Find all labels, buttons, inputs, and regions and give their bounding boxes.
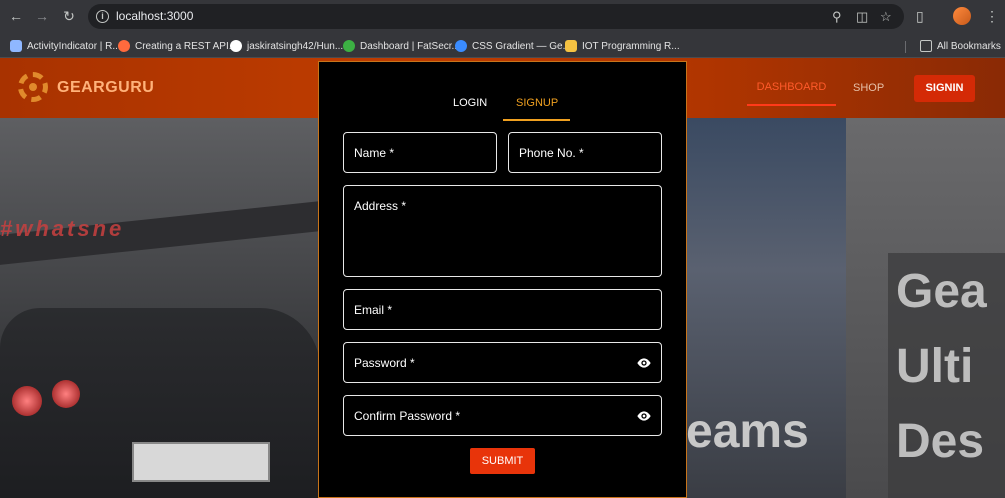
bookmarks-bar: ActivityIndicator | R... Creating a REST… [0, 33, 1005, 58]
site-info-icon[interactable]: i [96, 10, 109, 23]
address-bar[interactable]: i localhost:3000 ⚲ ◫ ☆ [88, 4, 904, 29]
github-icon [230, 40, 242, 52]
forward-icon[interactable]: → [34, 8, 50, 24]
back-icon[interactable]: ← [8, 8, 24, 24]
bookmark-favicon-icon [455, 40, 467, 52]
bookmark-star-icon[interactable]: ☆ [880, 9, 892, 25]
auth-modal: LOGIN SIGNUP Name * Phone No. * Address … [318, 61, 687, 498]
tab-login[interactable]: LOGIN [453, 96, 487, 110]
bookmark-label: jaskiratsingh42/Hun... [247, 40, 344, 52]
hero-slide-text: eams [686, 405, 809, 458]
active-tab-indicator [503, 119, 570, 121]
name-field[interactable]: Name * [343, 132, 497, 173]
all-bookmarks-folder[interactable]: All Bookmarks [920, 38, 1001, 54]
reload-icon[interactable]: ↻ [61, 8, 77, 24]
bookmark-item[interactable]: Creating a REST API... [118, 38, 237, 54]
submit-button[interactable]: SUBMIT [470, 448, 535, 474]
extensions-icon[interactable]: ▯ [916, 8, 924, 25]
nav-shop-link[interactable]: SHOP [853, 82, 884, 94]
tab-signup[interactable]: SIGNUP [516, 96, 558, 110]
bookmark-label: Creating a REST API... [135, 40, 238, 52]
hero-heading-line: Ulti [896, 340, 974, 393]
taillight-shape [12, 386, 42, 416]
bookmark-label: CSS Gradient — Ge... [472, 40, 571, 52]
bookmark-favicon-icon [565, 40, 577, 52]
bookmark-item[interactable]: jaskiratsingh42/Hun... [230, 38, 343, 54]
address-label: Address * [354, 199, 407, 213]
confirm-password-label: Confirm Password * [354, 409, 461, 423]
nav-dashboard-link[interactable]: DASHBOARD [747, 76, 836, 106]
bookmark-label: IOT Programming R... [582, 40, 680, 52]
gear-logo-icon[interactable] [18, 72, 48, 102]
all-bookmarks-label: All Bookmarks [937, 40, 1001, 52]
bookmarks-divider [905, 41, 906, 53]
email-label: Email * [354, 303, 393, 317]
url-text: localhost:3000 [116, 9, 194, 23]
bookmark-label: Dashboard | FatSecr... [360, 40, 460, 52]
bookmark-favicon-icon [343, 40, 355, 52]
bookmark-label: ActivityIndicator | R... [27, 40, 121, 52]
bookmark-item[interactable]: ActivityIndicator | R... [10, 38, 121, 54]
brand-name[interactable]: GEARGURU [57, 79, 154, 97]
name-label: Name * [354, 146, 395, 160]
taillight-shape [52, 380, 80, 408]
bookmark-item[interactable]: Dashboard | FatSecr... [343, 38, 460, 54]
profile-avatar[interactable] [953, 7, 971, 25]
password-key-icon[interactable]: ⚲ [832, 9, 842, 25]
hero-heading-line: Des [896, 415, 985, 468]
license-plate-shape [132, 442, 270, 482]
eye-icon[interactable] [636, 355, 652, 371]
bookmark-favicon-icon [10, 40, 22, 52]
phone-field[interactable]: Phone No. * [508, 132, 662, 173]
bookmark-favicon-icon [118, 40, 130, 52]
password-field[interactable]: Password * [343, 342, 662, 383]
spoiler-decal: #whatsne [0, 216, 125, 241]
bookmark-item[interactable]: CSS Gradient — Ge... [455, 38, 571, 54]
hero-car-image: #whatsne [0, 118, 320, 498]
password-label: Password * [354, 356, 415, 370]
phone-label: Phone No. * [519, 146, 584, 160]
bookmark-item[interactable]: IOT Programming R... [565, 38, 680, 54]
folder-icon [920, 40, 932, 52]
address-field[interactable]: Address * [343, 185, 662, 277]
signin-button[interactable]: SIGNIN [914, 75, 975, 102]
browser-toolbar: ← → ↻ i localhost:3000 ⚲ ◫ ☆ ▯ ⋮ [0, 0, 1005, 33]
hero-heading-line: Gea [896, 265, 987, 318]
install-app-icon[interactable]: ◫ [856, 9, 868, 25]
eye-icon[interactable] [636, 408, 652, 424]
confirm-password-field[interactable]: Confirm Password * [343, 395, 662, 436]
more-menu-icon[interactable]: ⋮ [985, 8, 999, 25]
email-field[interactable]: Email * [343, 289, 662, 330]
